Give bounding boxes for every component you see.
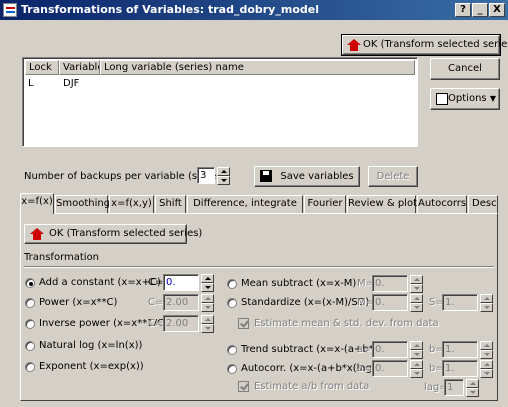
mean-subtract-m-input[interactable]: 0. [372,275,408,292]
dropdown-arrow-icon: ▼ [489,94,496,103]
standardize-m-spinner[interactable] [410,294,423,312]
tab-difference-integrate[interactable]: Difference, integrate [187,195,303,213]
power-c-label: C= [148,297,164,308]
autocorr-a-input[interactable]: 0. [372,360,408,377]
standardize-s-spinner[interactable] [480,294,493,312]
inverse-power-c-label: C= [148,318,164,329]
radio-exponent[interactable] [25,362,35,372]
save-icon [260,170,272,182]
ok-transform-label: OK (Transform selected series) [363,39,508,50]
autocorr-b-spinner[interactable] [480,360,493,378]
radio-trend-subtract[interactable] [227,345,237,355]
autocorr-a-label: a= [357,363,372,374]
tab-review-plot[interactable]: Review & plot [347,195,417,213]
group-divider [24,266,494,268]
tab-descriptives[interactable]: Descriptives [468,195,498,213]
variable-list[interactable]: Lock Variable Long variable (series) nam… [22,57,418,147]
estimate-ab-label: Estimate a/b from data [254,381,370,392]
radio-add-constant[interactable] [25,278,35,288]
add-constant-label: Add a constant (x=x+C) [39,277,161,288]
standardize-label: Standardize (x=(x-M)/SD) [241,297,370,308]
mean-subtract-label: Mean subtract (x=x-M) [241,278,357,289]
tab-xfxy[interactable]: x=f(x,y) [109,195,154,213]
options-button[interactable]: Options ▼ [430,88,500,110]
help-button[interactable]: ? [455,3,471,17]
radio-natural-log[interactable] [25,341,35,351]
title-bar: Transformations of Variables: trad_dobry… [0,0,508,20]
panel-ok-label: OK (Transform selected series) [49,228,203,239]
radio-mean-subtract[interactable] [227,279,237,289]
app-icon [3,3,17,17]
column-header-lock[interactable]: Lock [25,60,59,75]
home-icon [30,228,44,240]
inverse-power-c-spinner[interactable] [201,315,214,333]
trend-subtract-a-input[interactable]: 0. [372,341,408,358]
tab-autocorrs[interactable]: Autocorrs [417,195,467,213]
estimate-mean-label: Estimate mean & std. dev. from data [254,318,439,329]
window-title: Transformations of Variables: trad_dobry… [21,3,319,16]
cancel-button[interactable]: Cancel [430,58,500,80]
backups-input[interactable]: 3 [197,167,215,184]
transformation-group-label: Transformation [24,252,100,263]
natural-log-label: Natural log (x=ln(x)) [39,340,143,351]
trend-subtract-a-spinner[interactable] [410,341,423,359]
row-variable-cell[interactable]: DJF [63,77,79,90]
power-c-input[interactable]: 2.00 [163,294,199,311]
trend-subtract-b-spinner[interactable] [480,341,493,359]
delete-button[interactable]: Delete [368,166,418,187]
save-variables-label: Save variables [280,171,354,182]
inverse-power-c-input[interactable]: 2.00 [163,315,199,332]
mean-subtract-m-spinner[interactable] [410,275,423,293]
backups-spinner[interactable] [217,167,230,185]
minimize-button[interactable]: _ [472,3,488,17]
row-lock-cell[interactable]: L [28,77,34,90]
tab-smoothing[interactable]: Smoothing [55,195,110,213]
power-label: Power (x=x**C) [39,297,118,308]
options-label: Options [448,93,487,104]
add-constant-c-input[interactable]: 0. [163,274,199,291]
exponent-label: Exponent (x=exp(x)) [39,361,144,372]
autocorr-a-spinner[interactable] [410,360,423,378]
ok-transform-button[interactable]: OK (Transform selected series) [341,34,508,56]
estimate-ab-checkbox[interactable] [238,381,249,392]
estimate-mean-checkbox[interactable] [238,318,249,329]
tab-xfx[interactable]: x=f(x) [20,193,54,214]
standardize-s-input[interactable]: 1. [442,294,478,311]
trend-subtract-a-label: a= [357,344,372,355]
autocorr-b-input[interactable]: 1. [442,360,478,377]
tab-fourier[interactable]: Fourier [304,195,346,213]
add-constant-c-spinner[interactable] [201,274,214,292]
tab-shift[interactable]: Shift [155,195,186,213]
options-icon [436,93,448,105]
close-button[interactable]: X [489,3,505,17]
add-constant-c-label: C= [148,277,164,288]
home-icon [347,39,361,51]
lag-input[interactable]: 1 [444,379,464,396]
power-c-spinner[interactable] [201,294,214,312]
save-variables-button[interactable]: Save variables [254,166,360,187]
column-header-long-name[interactable]: Long variable (series) name [100,60,415,75]
radio-power[interactable] [25,298,35,308]
lag-spinner[interactable] [466,379,479,397]
radio-autocorr[interactable] [227,364,237,374]
radio-inverse-power[interactable] [25,319,35,329]
radio-standardize[interactable] [227,298,237,308]
standardize-m-input[interactable]: 0. [372,294,408,311]
panel-ok-transform-button[interactable]: OK (Transform selected series) [24,224,202,244]
column-header-variable[interactable]: Variable [59,60,100,75]
trend-subtract-b-input[interactable]: 1. [442,341,478,358]
